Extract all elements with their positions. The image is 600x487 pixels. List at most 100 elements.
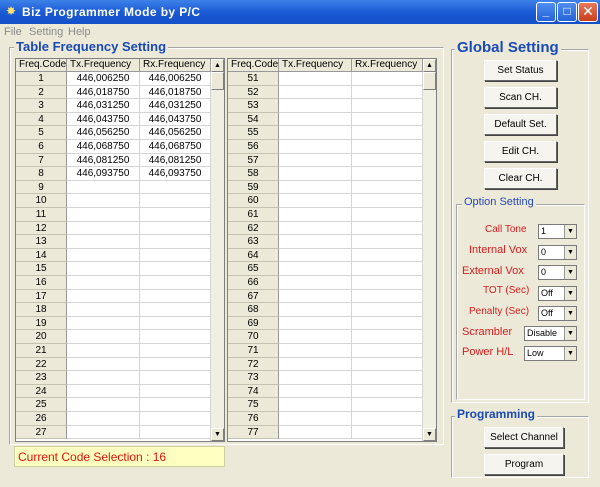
right-cell-tx[interactable] [279, 85, 352, 100]
grid-left-scrollbar[interactable]: ▲ ▼ [210, 59, 224, 441]
left-cell-tx[interactable] [67, 276, 140, 290]
frequency-grid-left[interactable]: ▲ ▼ Freq.Code Tx.Frequency Rx.Frequency 1 44… [15, 58, 225, 442]
right-cell-rx[interactable] [352, 276, 423, 290]
left-cell-rx[interactable]: 446,018750 [140, 85, 211, 100]
right-cell-rx[interactable] [352, 248, 423, 263]
left-cell-tx[interactable] [67, 316, 140, 331]
call-tone-select[interactable]: 1 ▼ [538, 224, 577, 239]
right-cell-tx[interactable] [279, 112, 352, 127]
right-cell-tx[interactable] [279, 330, 352, 344]
right-cell-tx[interactable] [279, 344, 352, 358]
right-cell-rx[interactable] [352, 194, 423, 208]
penalty-select[interactable]: Off ▼ [538, 306, 577, 321]
right-cell-rx[interactable] [352, 112, 423, 127]
left-cell-rx[interactable] [140, 398, 211, 412]
power-select[interactable]: Low ▼ [524, 346, 577, 361]
left-cell-tx[interactable] [67, 235, 140, 249]
left-cell-rx[interactable]: 446,006250 [140, 72, 211, 86]
left-cell-rx[interactable] [140, 371, 211, 385]
left-cell-rx[interactable] [140, 194, 211, 208]
right-cell-tx[interactable] [279, 235, 352, 249]
left-cell-rx[interactable] [140, 248, 211, 263]
right-cell-rx[interactable] [352, 289, 423, 304]
right-cell-tx[interactable] [279, 153, 352, 168]
left-cell-rx[interactable]: 446,031250 [140, 99, 211, 113]
right-cell-tx[interactable] [279, 357, 352, 372]
left-cell-rx[interactable] [140, 276, 211, 290]
right-cell-tx[interactable] [279, 384, 352, 399]
left-cell-tx[interactable] [67, 194, 140, 208]
right-cell-rx[interactable] [352, 316, 423, 331]
left-cell-tx[interactable] [67, 208, 140, 222]
left-cell-rx[interactable] [140, 262, 211, 276]
right-cell-rx[interactable] [352, 371, 423, 385]
right-cell-tx[interactable] [279, 167, 352, 181]
right-cell-rx[interactable] [352, 344, 423, 358]
left-cell-rx[interactable] [140, 180, 211, 195]
left-cell-rx[interactable]: 446,081250 [140, 153, 211, 168]
left-cell-rx[interactable]: 446,093750 [140, 167, 211, 181]
left-cell-tx[interactable]: 446,031250 [67, 99, 140, 113]
right-cell-tx[interactable] [279, 194, 352, 208]
left-cell-tx[interactable] [67, 384, 140, 399]
external-vox-select[interactable]: 0 ▼ [538, 265, 577, 280]
select-channel-button[interactable]: Select Channel [484, 427, 564, 448]
left-cell-rx[interactable] [140, 208, 211, 222]
left-cell-tx[interactable] [67, 262, 140, 276]
right-cell-rx[interactable] [352, 384, 423, 399]
tot-select[interactable]: Off ▼ [538, 286, 577, 301]
maximize-button[interactable]: □ [557, 2, 577, 22]
right-cell-rx[interactable] [352, 398, 423, 412]
right-cell-tx[interactable] [279, 221, 352, 236]
clear-ch-button[interactable]: Clear CH. [484, 168, 557, 189]
left-cell-tx[interactable]: 446,056250 [67, 126, 140, 140]
right-cell-rx[interactable] [352, 99, 423, 113]
left-cell-tx[interactable] [67, 180, 140, 195]
right-cell-rx[interactable] [352, 221, 423, 236]
scrambler-select[interactable]: Disable ▼ [524, 326, 577, 341]
right-cell-tx[interactable] [279, 371, 352, 385]
close-button[interactable]: ✕ [578, 2, 598, 22]
left-cell-rx[interactable]: 446,068750 [140, 140, 211, 154]
left-cell-rx[interactable]: 446,056250 [140, 126, 211, 140]
right-cell-tx[interactable] [279, 398, 352, 412]
program-button[interactable]: Program [484, 454, 564, 475]
right-cell-rx[interactable] [352, 180, 423, 195]
left-cell-rx[interactable] [140, 303, 211, 317]
right-cell-tx[interactable] [279, 180, 352, 195]
right-cell-tx[interactable] [279, 99, 352, 113]
right-cell-rx[interactable] [352, 357, 423, 372]
right-cell-tx[interactable] [279, 412, 352, 426]
minimize-button[interactable]: _ [536, 2, 556, 22]
right-cell-tx[interactable] [279, 276, 352, 290]
grid-left-scroll-up-button[interactable]: ▲ [211, 59, 224, 72]
grid-right-scroll-down-button[interactable]: ▼ [423, 428, 436, 441]
left-cell-tx[interactable] [67, 425, 140, 440]
right-cell-rx[interactable] [352, 303, 423, 317]
right-cell-rx[interactable] [352, 330, 423, 344]
right-cell-tx[interactable] [279, 316, 352, 331]
edit-ch-button[interactable]: Edit CH. [484, 141, 557, 162]
left-cell-tx[interactable] [67, 221, 140, 236]
right-cell-rx[interactable] [352, 72, 423, 86]
right-cell-rx[interactable] [352, 153, 423, 168]
right-cell-tx[interactable] [279, 289, 352, 304]
right-cell-tx[interactable] [279, 248, 352, 263]
left-cell-tx[interactable] [67, 303, 140, 317]
left-cell-rx[interactable] [140, 289, 211, 304]
left-cell-rx[interactable] [140, 357, 211, 372]
right-cell-rx[interactable] [352, 126, 423, 140]
left-cell-tx[interactable] [67, 398, 140, 412]
left-cell-rx[interactable] [140, 384, 211, 399]
left-cell-tx[interactable]: 446,093750 [67, 167, 140, 181]
right-cell-tx[interactable] [279, 262, 352, 276]
left-cell-tx[interactable] [67, 371, 140, 385]
right-cell-tx[interactable] [279, 72, 352, 86]
right-cell-rx[interactable] [352, 412, 423, 426]
right-cell-rx[interactable] [352, 85, 423, 100]
right-cell-rx[interactable] [352, 140, 423, 154]
scan-ch-button[interactable]: Scan CH. [484, 87, 557, 108]
grid-right-scrollbar[interactable]: ▲ ▼ [422, 59, 436, 441]
left-cell-tx[interactable]: 446,006250 [67, 72, 140, 86]
right-cell-tx[interactable] [279, 208, 352, 222]
